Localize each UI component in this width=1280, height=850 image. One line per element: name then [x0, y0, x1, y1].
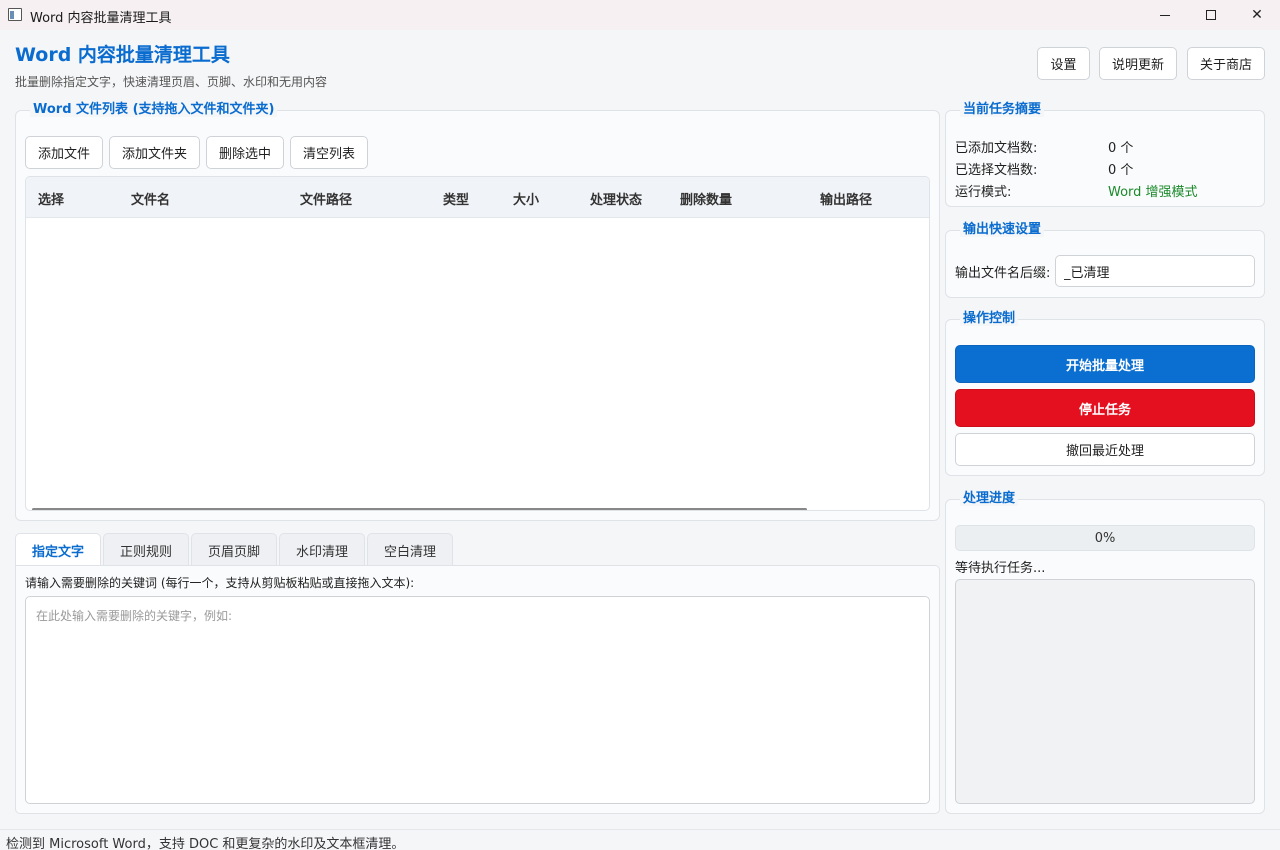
suffix-label: 输出文件名后缀:: [955, 266, 1051, 281]
tab-regex-rules[interactable]: 正则规则: [103, 533, 189, 566]
col-select[interactable]: 选择: [38, 189, 64, 208]
file-table[interactable]: 选择 文件名 文件路径 类型 大小 处理状态 删除数量 输出路径: [25, 176, 930, 511]
run-mode-label: 运行模式:: [955, 185, 1012, 200]
clear-list-button[interactable]: 清空列表: [290, 136, 368, 169]
added-docs-value: 0 个: [1108, 141, 1134, 156]
progress-text: 0%: [1094, 530, 1116, 546]
minimize-button[interactable]: [1142, 0, 1188, 30]
tab-blank-clean[interactable]: 空白清理: [367, 533, 453, 566]
progress-bar: 0%: [955, 525, 1255, 551]
close-icon: ✕: [1251, 7, 1263, 23]
summary-title: 当前任务摘要: [960, 98, 1045, 117]
col-type[interactable]: 类型: [443, 189, 469, 208]
delete-selected-button[interactable]: 删除选中: [206, 136, 284, 169]
col-status[interactable]: 处理状态: [590, 189, 642, 208]
col-size[interactable]: 大小: [513, 189, 539, 208]
col-filepath[interactable]: 文件路径: [300, 189, 352, 208]
tab-header-footer[interactable]: 页眉页脚: [191, 533, 277, 566]
col-output-path[interactable]: 输出路径: [820, 189, 872, 208]
keyword-instruction: 请输入需要删除的关键词 (每行一个，支持从剪贴板粘贴或直接拖入文本):: [25, 576, 415, 590]
controls-title: 操作控制: [960, 307, 1019, 326]
progress-title: 处理进度: [960, 487, 1019, 506]
selected-docs-value: 0 个: [1108, 163, 1134, 178]
close-button[interactable]: ✕: [1234, 0, 1280, 30]
stop-task-button[interactable]: 停止任务: [955, 389, 1255, 427]
table-horizontal-scrollbar[interactable]: [32, 508, 807, 510]
minimize-icon: [1160, 14, 1170, 16]
add-file-button[interactable]: 添加文件: [25, 136, 103, 169]
tab-specified-text[interactable]: 指定文字: [15, 533, 101, 567]
window-titlebar: Word 内容批量清理工具 ✕: [0, 0, 1280, 30]
app-title: Word 内容批量清理工具: [15, 44, 230, 66]
status-text: 检测到 Microsoft Word，支持 DOC 和更复杂的水印及文本框清理。: [6, 837, 405, 850]
undo-last-button[interactable]: 撤回最近处理: [955, 433, 1255, 466]
app-subtitle: 批量删除指定文字，快速清理页眉、页脚、水印和无用内容: [15, 75, 328, 89]
start-batch-button[interactable]: 开始批量处理: [955, 345, 1255, 383]
window-title: Word 内容批量清理工具: [30, 11, 172, 26]
log-output[interactable]: [955, 579, 1255, 804]
col-delete-count[interactable]: 删除数量: [680, 189, 732, 208]
col-filename[interactable]: 文件名: [131, 189, 170, 208]
selected-docs-label: 已选择文档数:: [955, 163, 1038, 178]
tab-watermark-clean[interactable]: 水印清理: [279, 533, 365, 566]
status-bar: 检测到 Microsoft Word，支持 DOC 和更复杂的水印及文本框清理。: [0, 829, 1280, 850]
about-store-button[interactable]: 关于商店: [1187, 47, 1265, 80]
add-folder-button[interactable]: 添加文件夹: [109, 136, 200, 169]
table-header: 选择 文件名 文件路径 类型 大小 处理状态 删除数量 输出路径: [26, 177, 929, 218]
settings-button[interactable]: 设置: [1037, 47, 1090, 80]
keyword-textarea[interactable]: [25, 596, 930, 804]
output-settings-title: 输出快速设置: [960, 218, 1045, 237]
help-update-button[interactable]: 说明更新: [1099, 47, 1177, 80]
run-mode-value: Word 增强模式: [1108, 185, 1198, 200]
suffix-input[interactable]: [1055, 255, 1255, 287]
progress-status: 等待执行任务...: [955, 561, 1046, 576]
app-window-icon: [8, 8, 22, 21]
maximize-icon: [1206, 10, 1216, 20]
added-docs-label: 已添加文档数:: [955, 141, 1038, 156]
maximize-button[interactable]: [1188, 0, 1234, 30]
file-list-title: Word 文件列表 (支持拖入文件和文件夹): [30, 98, 278, 117]
